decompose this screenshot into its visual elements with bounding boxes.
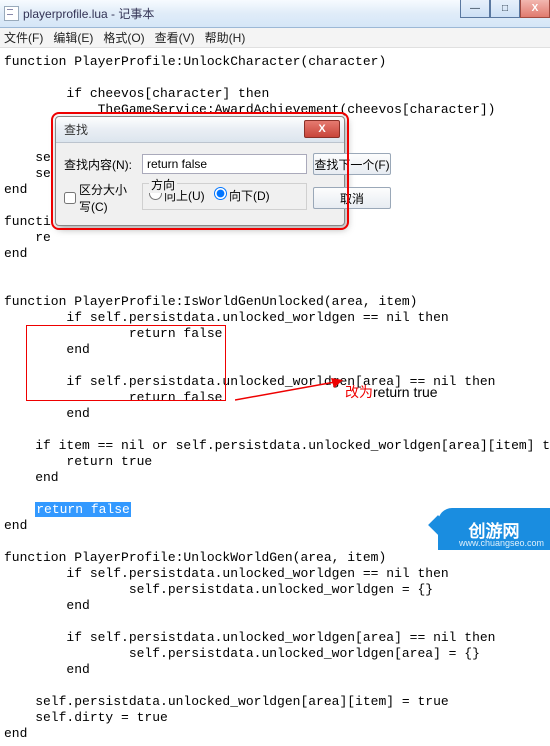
code-post: end function PlayerProfile:UnlockWorldGe… [4,518,495,741]
find-what-label: 查找内容(N): [64,156,136,173]
match-case-checkbox[interactable]: 区分大小写(C) [64,181,136,215]
menu-bar: 文件(F) 编辑(E) 格式(O) 查看(V) 帮助(H) [0,28,550,48]
find-dialog-titlebar[interactable]: 查找 X [56,117,344,143]
window-titlebar: playerprofile.lua - 记事本 — □ X [0,0,550,28]
direction-group: 方向 向上(U) 向下(D) [142,183,307,210]
find-dialog-title: 查找 [64,121,88,138]
annotation-text: 改为return true [345,382,438,402]
menu-help[interactable]: 帮助(H) [205,29,246,46]
find-dialog-close-button[interactable]: X [304,120,340,138]
minimize-button[interactable]: — [460,0,490,18]
find-dialog: 查找 X 查找内容(N): 查找下一个(F) 区分大小写(C) 方向 向上(U)… [55,116,345,226]
maximize-button[interactable]: □ [490,0,520,18]
menu-file[interactable]: 文件(F) [4,29,43,46]
close-icon: X [318,123,325,135]
direction-down[interactable]: 向下(D) [214,189,270,203]
find-what-input[interactable] [142,154,307,174]
watermark-logo: 创游网 www.chuangseo.com [438,508,550,550]
watermark-url: www.chuangseo.com [459,538,544,548]
menu-format[interactable]: 格式(O) [103,29,144,46]
cancel-button[interactable]: 取消 [313,187,391,209]
notepad-icon [4,6,19,21]
window-title: playerprofile.lua - 记事本 [23,5,154,22]
match-case-label: 区分大小写(C) [79,181,136,215]
menu-view[interactable]: 查看(V) [155,29,195,46]
match-case-input[interactable] [64,192,76,204]
close-button[interactable]: X [520,0,550,18]
selection-highlight: return false [35,502,131,517]
menu-edit[interactable]: 编辑(E) [53,29,93,46]
window-controls: — □ X [460,0,550,18]
direction-legend: 方向 [149,176,177,193]
find-next-button[interactable]: 查找下一个(F) [313,153,391,175]
